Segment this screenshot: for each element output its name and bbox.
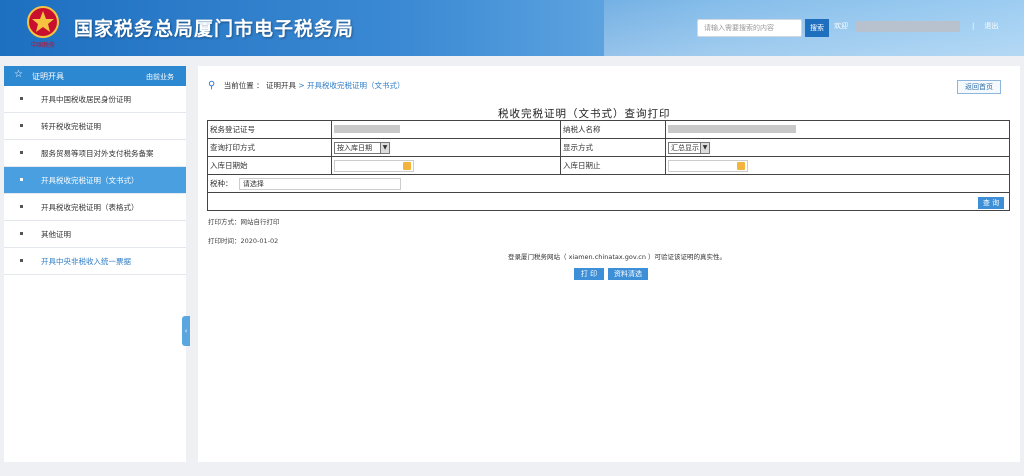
chevron-down-icon: ▼: [380, 142, 389, 153]
verify-note: 登录厦门税务网站（ xiamen.chinatax.gov.cn ）可验证该证明…: [508, 253, 727, 261]
start-date-cell: [331, 156, 561, 175]
table-row: [207, 192, 1010, 211]
header-separator: |: [972, 22, 975, 30]
main-panel: ⚲ 当前位置 ： 证明开具 > 开具税收完税证明（文书式） 返回首页 税收完税证…: [198, 66, 1020, 462]
sidebar-action-link[interactable]: 由前业务: [146, 72, 174, 82]
print-time-note: 打印时间：2020-01-02: [208, 237, 279, 245]
reset-button[interactable]: 资料清选: [608, 268, 648, 280]
sidebar-item-label: 转开税收完税证明: [41, 122, 101, 131]
sidebar-item-label: 开具中央非税收入统一票据: [41, 257, 131, 266]
sidebar-header: ☆ 证明开具 由前业务: [4, 66, 186, 86]
welcome-text: 欢迎: [834, 22, 848, 30]
sidebar-item-label: 开具中国税收居民身份证明: [41, 95, 131, 104]
back-home-button[interactable]: 返回首页: [957, 80, 1001, 94]
sidebar-item-other-cert[interactable]: 其他证明: [4, 221, 186, 248]
site-header: 中国税务 国家税务总局厦门市电子税务局 请输入需要搜索的内容 搜索 欢迎 | 退出: [0, 0, 1024, 56]
start-date-label: 入库日期始: [207, 156, 332, 175]
query-mode-select[interactable]: 按入库日期 ▼: [334, 141, 390, 154]
collapse-sidebar-icon[interactable]: ‹: [182, 316, 190, 346]
print-button[interactable]: 打 印: [574, 268, 604, 280]
breadcrumb-current: > 开具税收完税证明（文书式）: [298, 81, 405, 90]
sidebar-title: 证明开具: [32, 72, 64, 81]
table-row: 查询打印方式 按入库日期 ▼ 显示方式 汇总显示 ▼: [207, 138, 1010, 157]
tax-type-cell: 税种： 请选择: [207, 174, 1010, 193]
sidebar-item-label: 其他证明: [41, 230, 71, 239]
query-mode-label: 查询打印方式: [207, 138, 332, 157]
end-date-label: 入库日期止: [560, 156, 666, 175]
search-button[interactable]: 搜索: [805, 19, 829, 37]
taxpayer-name-label: 纳税人名称: [560, 120, 666, 139]
taxpayer-name-value: [665, 120, 1010, 139]
chevron-down-icon: ▼: [700, 142, 709, 153]
table-row: 入库日期始 入库日期止: [207, 156, 1010, 175]
table-row: 税务登记证号 纳税人名称: [207, 120, 1010, 139]
site-title: 国家税务总局厦门市电子税务局: [74, 18, 355, 40]
tax-type-label: 税种：: [210, 178, 233, 188]
bullet-icon: [20, 124, 23, 127]
bullet-icon: [20, 259, 23, 262]
emblem-caption: 中国税务: [31, 41, 55, 49]
query-mode-value: 按入库日期: [337, 143, 372, 152]
logout-area: | 退出: [972, 21, 998, 31]
table-row: 税种： 请选择: [207, 174, 1010, 193]
sidebar-item-table-cert[interactable]: 开具税收完税证明（表格式）: [4, 194, 186, 221]
sidebar-item-service-trade[interactable]: 服务贸易等项目对外支付税务备案: [4, 140, 186, 167]
bullet-icon: [20, 151, 23, 154]
end-date-cell: [665, 156, 1010, 175]
tax-reg-no-value: [331, 120, 561, 139]
sidebar-item-label: 开具税收完税证明（文书式）: [41, 176, 139, 185]
star-icon: ☆: [14, 69, 23, 80]
sidebar-item-label: 服务贸易等项目对外支付税务备案: [41, 149, 154, 158]
breadcrumb-label: 当前位置 ：: [223, 81, 264, 90]
sidebar: ☆ 证明开具 由前业务 开具中国税收居民身份证明 转开税收完税证明 服务贸易等项…: [4, 66, 190, 462]
bullet-icon: [20, 232, 23, 235]
display-mode-select[interactable]: 汇总显示 ▼: [668, 141, 710, 154]
sidebar-item-nontax-receipt[interactable]: 开具中央非税收入统一票据: [4, 248, 186, 275]
breadcrumb: ⚲ 当前位置 ： 证明开具 > 开具税收完税证明（文书式）: [208, 80, 405, 91]
tax-emblem-icon: 中国税务: [27, 6, 59, 49]
end-date-input[interactable]: [668, 159, 748, 172]
redacted-value: [668, 124, 796, 133]
tax-reg-no-label: 税务登记证号: [207, 120, 332, 139]
form-title: 税收完税证明（文书式）查询打印: [498, 108, 671, 120]
username-redacted: [856, 21, 960, 32]
display-mode-label: 显示方式: [560, 138, 666, 157]
redacted-value: [334, 124, 400, 133]
bullet-icon: [20, 205, 23, 208]
sidebar-item-label: 开具税收完税证明（表格式）: [41, 203, 139, 212]
query-form-table: 税务登记证号 纳税人名称 查询打印方式 按入库日期 ▼ 显示方式 汇总显示 ▼: [207, 120, 1010, 211]
start-date-input[interactable]: [334, 159, 414, 172]
logout-link[interactable]: 退出: [984, 22, 998, 30]
search-input[interactable]: 请输入需要搜索的内容: [697, 19, 802, 37]
tax-type-select[interactable]: 请选择: [238, 177, 401, 190]
sidebar-item-document-cert[interactable]: 开具税收完税证明（文书式）: [4, 167, 186, 194]
button-row-cell: [207, 192, 1010, 211]
query-mode-cell: 按入库日期 ▼: [331, 138, 561, 157]
display-mode-value: 汇总显示: [671, 143, 699, 152]
calendar-icon[interactable]: [403, 161, 411, 170]
location-pin-icon: ⚲: [208, 80, 216, 91]
sidebar-item-residency-cert[interactable]: 开具中国税收居民身份证明: [4, 86, 186, 113]
bullet-icon: [20, 97, 23, 100]
display-mode-cell: 汇总显示 ▼: [665, 138, 1010, 157]
sidebar-item-transfer-cert[interactable]: 转开税收完税证明: [4, 113, 186, 140]
bullet-icon: [20, 178, 23, 181]
breadcrumb-root[interactable]: 证明开具: [266, 81, 296, 90]
calendar-icon[interactable]: [737, 161, 745, 170]
print-mode-note: 打印方式：网站自行打印: [208, 218, 280, 226]
query-button[interactable]: 查 询: [978, 197, 1004, 209]
